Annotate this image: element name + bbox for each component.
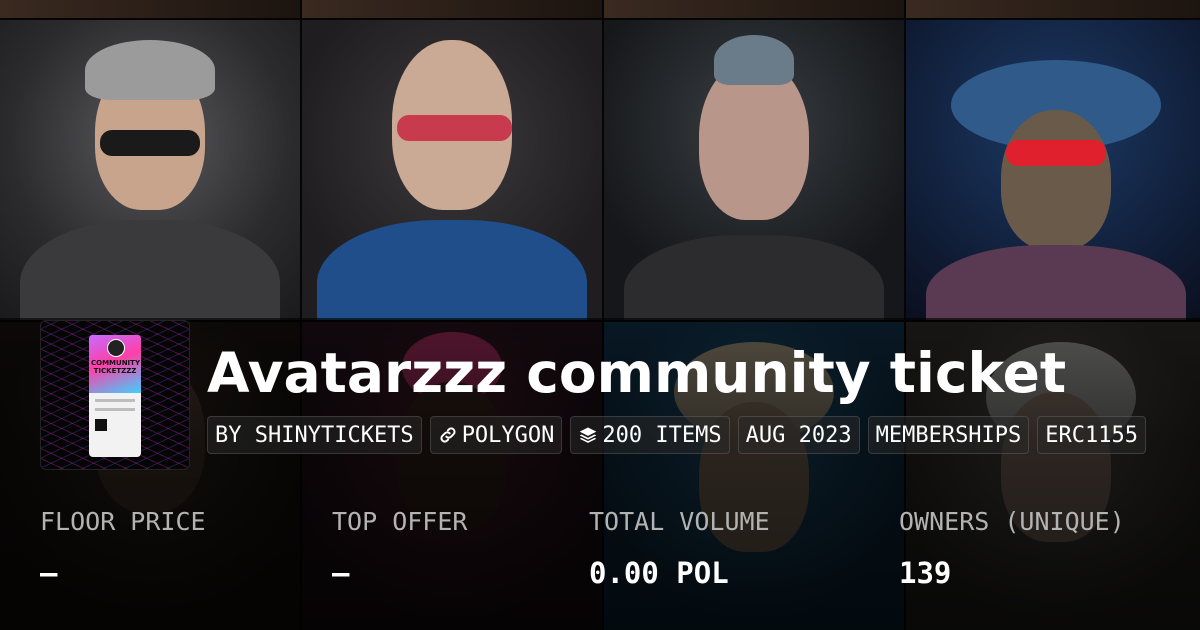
stat-label: TOTAL VOLUME	[589, 507, 770, 536]
tag-label: ERC1155	[1045, 422, 1139, 448]
layers-icon	[578, 425, 598, 445]
tag-chain[interactable]: POLYGON	[429, 416, 563, 454]
tag-date: AUG 2023	[737, 416, 860, 454]
stat-total-volume: TOTAL VOLUME 0.00 POL	[589, 505, 770, 591]
tag-category[interactable]: MEMBERSHIPS	[867, 416, 1030, 454]
stat-value: –	[332, 556, 350, 590]
tag-label: POLYGON	[461, 422, 555, 448]
collection-title: Avatarzzz community ticket	[207, 341, 1067, 405]
collage-strip	[604, 0, 904, 18]
collection-share-card: COMMUNITY TICKETZZZ Avatarzzz community …	[0, 0, 1200, 630]
stat-value: 139	[899, 556, 952, 590]
avatar-image-2	[302, 20, 602, 320]
stat-owners: OWNERS (UNIQUE) 139	[899, 505, 1125, 591]
ticket-badge-icon	[107, 339, 125, 357]
collage-strip	[0, 0, 300, 18]
tag-label: AUG 2023	[745, 422, 852, 448]
tag-label: 200 ITEMS	[602, 422, 722, 448]
ticket-title: COMMUNITY TICKETZZZ	[91, 359, 141, 375]
collection-thumbnail: COMMUNITY TICKETZZZ	[40, 320, 190, 470]
tag-creator[interactable]: BY SHINYTICKETS	[207, 416, 422, 454]
stat-floor-price: FLOOR PRICE –	[40, 505, 206, 591]
ticket-header: COMMUNITY TICKETZZZ	[89, 335, 141, 393]
collage-strip	[302, 0, 602, 18]
ticket-artwork: COMMUNITY TICKETZZZ	[89, 335, 141, 457]
collection-stats: FLOOR PRICE – TOP OFFER – TOTAL VOLUME 0…	[0, 505, 1200, 615]
avatar-image-4	[906, 20, 1200, 320]
avatar-image-3	[604, 20, 904, 320]
stat-value: 0.00 POL	[589, 556, 729, 590]
tag-items[interactable]: 200 ITEMS	[570, 416, 730, 454]
tag-standard: ERC1155	[1037, 416, 1147, 454]
link-icon	[438, 425, 458, 445]
qr-code-icon	[95, 419, 107, 431]
stat-label: FLOOR PRICE	[40, 507, 206, 536]
stat-top-offer: TOP OFFER –	[332, 505, 467, 591]
ticket-line	[95, 399, 135, 402]
collage-strip	[906, 0, 1200, 18]
collection-tags: BY SHINYTICKETS POLYGON 200 ITEMS AUG 20…	[207, 416, 1147, 454]
ticket-line	[95, 408, 135, 411]
stat-label: TOP OFFER	[332, 507, 468, 536]
tag-label: BY SHINYTICKETS	[215, 422, 414, 448]
avatar-image-1	[0, 20, 300, 320]
tag-label: MEMBERSHIPS	[875, 422, 1022, 448]
stat-label: OWNERS (UNIQUE)	[899, 507, 1125, 536]
stat-value: –	[40, 556, 58, 590]
